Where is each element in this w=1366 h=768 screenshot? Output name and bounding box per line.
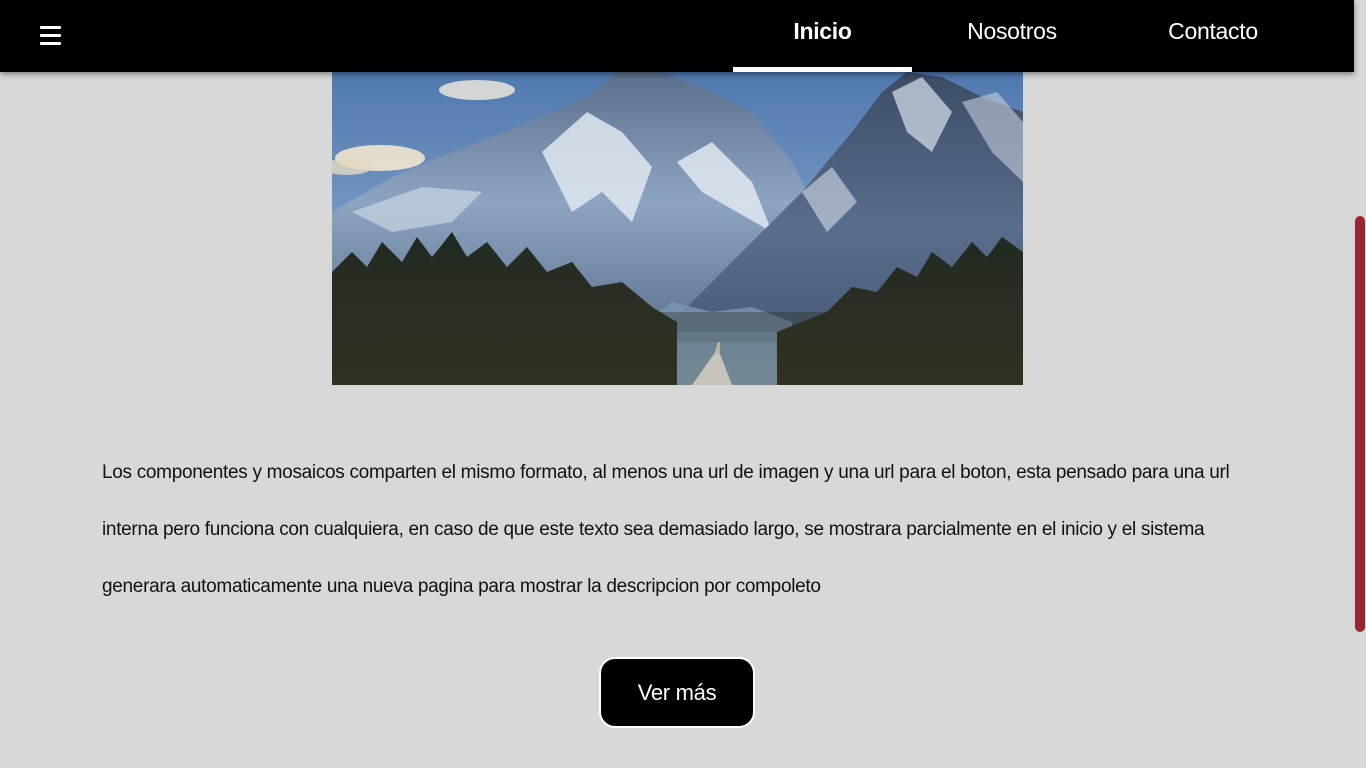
top-navbar: Inicio Nosotros Contacto <box>0 0 1354 72</box>
scrollbar-thumb[interactable] <box>1355 216 1365 632</box>
ver-mas-button[interactable]: Ver más <box>599 657 755 728</box>
description-text: Los componentes y mosaicos comparten el … <box>102 462 1230 597</box>
hamburger-menu-icon[interactable] <box>40 26 61 45</box>
nav-item-contacto[interactable]: Contacto <box>1122 0 1304 72</box>
nav-item-inicio[interactable]: Inicio <box>733 0 912 72</box>
nav-item-nosotros[interactable]: Nosotros <box>922 0 1102 72</box>
hero-image <box>332 72 1023 385</box>
active-tab-indicator <box>733 67 912 72</box>
